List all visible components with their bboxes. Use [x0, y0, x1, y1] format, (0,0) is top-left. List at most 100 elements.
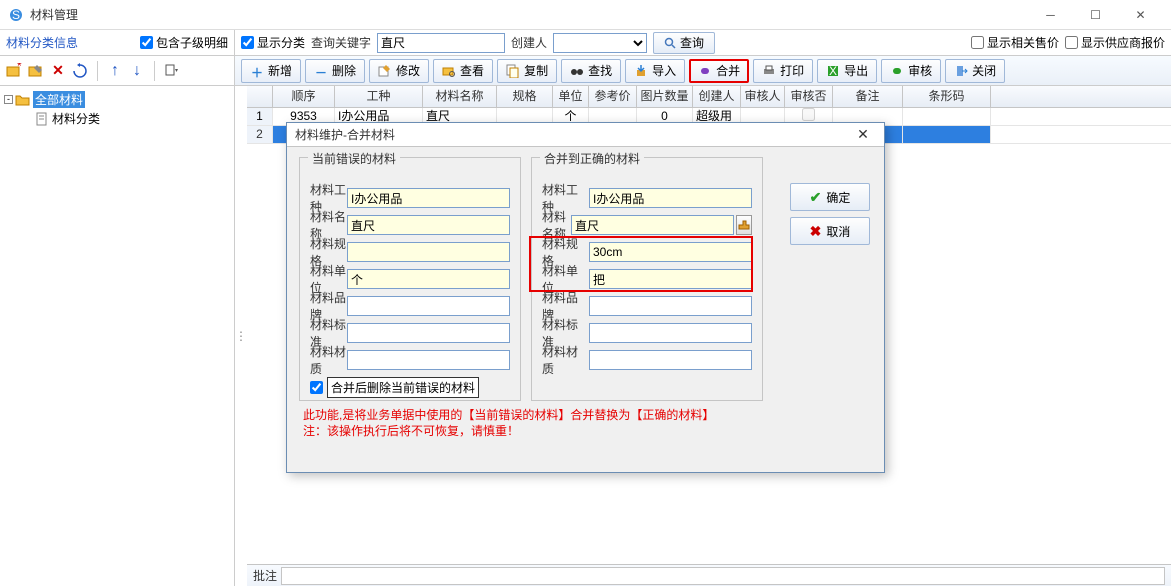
delete-after-checkbox[interactable]: 合并后删除当前错误的材料: [310, 377, 510, 398]
pick-material-button[interactable]: [736, 215, 752, 235]
collapse-icon[interactable]: -: [4, 95, 13, 104]
wrong-brand-input: [347, 296, 510, 316]
keyword-input[interactable]: [377, 33, 505, 53]
dropdown-icon[interactable]: [164, 63, 180, 79]
check-icon: ✔: [810, 189, 822, 206]
maximize-button[interactable]: ☐: [1073, 1, 1118, 29]
view-button[interactable]: 查看: [433, 59, 493, 83]
col-spec[interactable]: 规格: [497, 86, 553, 107]
search-button[interactable]: 查询: [653, 32, 715, 54]
add-button[interactable]: ＋新增: [241, 59, 301, 83]
merge-dialog: 材料维护-合并材料 ✕ 当前错误的材料 材料工种 材料名称 材料规格 材料单位 …: [286, 122, 885, 473]
right-trade-input[interactable]: [589, 188, 752, 208]
col-price[interactable]: 参考价: [589, 86, 637, 107]
grid-header: 顺序 工种 材料名称 规格 单位 参考价 图片数量 创建人 审核人 审核否 备注…: [247, 86, 1171, 108]
tree-child[interactable]: 材料分类: [4, 109, 230, 128]
tree-root[interactable]: - 全部材料: [4, 90, 230, 109]
export-icon: X: [826, 64, 840, 78]
print-button[interactable]: 打印: [753, 59, 813, 83]
copy-icon: [506, 64, 520, 78]
document-icon: [34, 112, 50, 126]
binoculars-icon: [570, 64, 584, 78]
right-unit-input[interactable]: [589, 269, 752, 289]
refresh-icon[interactable]: [72, 63, 88, 79]
wrong-mat-input: [347, 350, 510, 370]
show-related-price-checkbox[interactable]: 显示相关售价: [971, 34, 1059, 51]
audit-icon: [890, 64, 904, 78]
new-folder-icon[interactable]: *: [6, 63, 22, 79]
import-icon: [634, 64, 648, 78]
keyword-label: 查询关键字: [311, 34, 371, 51]
door-icon: [954, 64, 968, 78]
edit-folder-icon[interactable]: [28, 63, 44, 79]
import-button[interactable]: 导入: [625, 59, 685, 83]
window-title: 材料管理: [30, 6, 1028, 23]
group-right-title: 合并到正确的材料: [540, 150, 644, 167]
group-wrong-title: 当前错误的材料: [308, 150, 400, 167]
col-name[interactable]: 材料名称: [423, 86, 497, 107]
wrong-spec-input: [347, 242, 510, 262]
include-children-checkbox[interactable]: 包含子级明细: [140, 34, 228, 51]
col-order[interactable]: 顺序: [273, 86, 335, 107]
creator-select[interactable]: [553, 33, 647, 53]
category-info-label: 材料分类信息: [6, 34, 140, 51]
right-brand-input[interactable]: [589, 296, 752, 316]
category-tree: - 全部材料 材料分类: [0, 86, 235, 586]
edit-icon: [378, 64, 392, 78]
merge-icon: [698, 64, 712, 78]
minus-icon: －: [314, 64, 328, 78]
dialog-close-button[interactable]: ✕: [848, 126, 878, 143]
delete-button[interactable]: －删除: [305, 59, 365, 83]
note-label: 批注: [253, 567, 277, 584]
down-arrow-icon[interactable]: ↓: [129, 63, 145, 79]
export-button[interactable]: X导出: [817, 59, 877, 83]
show-supplier-quote-checkbox[interactable]: 显示供应商报价: [1065, 34, 1165, 51]
hand-icon: [737, 219, 751, 231]
col-creator[interactable]: 创建人: [693, 86, 741, 107]
svg-text:X: X: [829, 64, 837, 78]
right-std-input[interactable]: [589, 323, 752, 343]
audit-button[interactable]: 审核: [881, 59, 941, 83]
col-auditor[interactable]: 审核人: [741, 86, 785, 107]
plus-icon: ＋: [250, 64, 264, 78]
ok-button[interactable]: ✔确定: [790, 183, 870, 211]
app-icon: S: [8, 7, 24, 23]
cancel-button[interactable]: ✖取消: [790, 217, 870, 245]
col-remark[interactable]: 备注: [833, 86, 903, 107]
wrong-std-input: [347, 323, 510, 343]
up-arrow-icon[interactable]: ↑: [107, 63, 123, 79]
col-unit[interactable]: 单位: [553, 86, 589, 107]
wrong-name-input: [347, 215, 510, 235]
copy-button[interactable]: 复制: [497, 59, 557, 83]
find-button[interactable]: 查找: [561, 59, 621, 83]
right-spec-input[interactable]: [589, 242, 752, 262]
minimize-button[interactable]: ─: [1028, 1, 1073, 29]
right-mat-input[interactable]: [589, 350, 752, 370]
svg-text:*: *: [17, 63, 22, 73]
splitter[interactable]: ⋮: [235, 86, 247, 586]
view-icon: [442, 64, 456, 78]
delete-icon[interactable]: ✕: [50, 63, 66, 79]
col-trade[interactable]: 工种: [335, 86, 423, 107]
close-toolbar-button[interactable]: 关闭: [945, 59, 1005, 83]
col-audit[interactable]: 审核否: [785, 86, 833, 107]
creator-label: 创建人: [511, 34, 547, 51]
search-icon: [664, 37, 676, 49]
show-category-checkbox[interactable]: 显示分类: [241, 34, 305, 51]
folder-open-icon: [15, 93, 31, 107]
col-imgs[interactable]: 图片数量: [637, 86, 693, 107]
wrong-trade-input: [347, 188, 510, 208]
audit-checkbox: [802, 108, 815, 121]
right-name-input[interactable]: [571, 215, 734, 235]
col-barcode[interactable]: 条形码: [903, 86, 991, 107]
merge-button[interactable]: 合并: [689, 59, 749, 83]
close-button[interactable]: ✕: [1118, 1, 1163, 29]
dialog-warning: 此功能,是将业务单据中使用的【当前错误的材料】合并替换为【正确的材料】 注：该操…: [287, 407, 884, 439]
right-material-group: 合并到正确的材料 材料工种 材料名称 材料规格 材料单位 材料品牌 材料标准 材…: [531, 157, 763, 401]
wrong-unit-input: [347, 269, 510, 289]
note-input[interactable]: [281, 567, 1165, 585]
x-icon: ✖: [810, 223, 822, 240]
wrong-material-group: 当前错误的材料 材料工种 材料名称 材料规格 材料单位 材料品牌 材料标准 材料…: [299, 157, 521, 401]
edit-button[interactable]: 修改: [369, 59, 429, 83]
col-rownum: [247, 86, 273, 107]
